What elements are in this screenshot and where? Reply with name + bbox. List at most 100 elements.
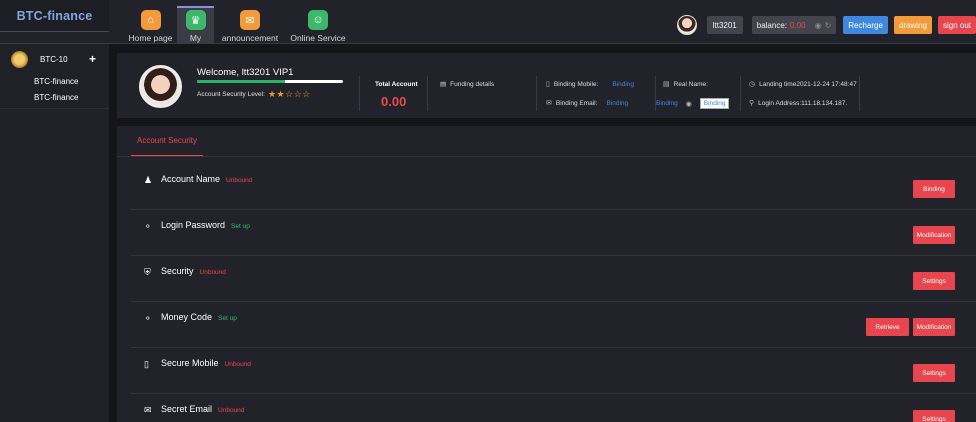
row-title: Secret Email Unbound xyxy=(161,404,244,414)
binding-mobile: ▯ Binding Mobile: Binding xyxy=(546,80,634,89)
drawing-button[interactable]: drawing xyxy=(893,16,932,34)
eye-icon[interactable]: ◉ xyxy=(815,21,822,30)
refresh-icon[interactable]: ↻ xyxy=(825,21,832,30)
clock-icon: ◷ xyxy=(749,81,756,88)
profile-avatar xyxy=(139,65,182,108)
security-row-account-name: ♟ Account Name Unbound Binding xyxy=(131,164,976,210)
row-name-label: Secret Email xyxy=(161,404,213,414)
settings-button[interactable]: Settings xyxy=(913,364,955,382)
main-nav: ⌂ Home page ♛ My ✉ announcement ☺ Online… xyxy=(122,6,354,44)
status-badge: Set up xyxy=(231,223,250,230)
shield-icon: ⛨ xyxy=(144,267,151,277)
divider xyxy=(427,76,428,111)
nav-home-label: Home page xyxy=(128,33,173,43)
status-badge: Set up xyxy=(218,315,237,322)
lock-icon: ⚬ xyxy=(144,313,152,323)
binding-mobile-link[interactable]: Binding xyxy=(612,81,634,88)
balance-value: 0.00 xyxy=(790,20,806,30)
top-avatar[interactable] xyxy=(676,15,697,35)
tab-account-security[interactable]: Account Security xyxy=(131,126,204,157)
binding-email-link[interactable]: Binding xyxy=(606,100,628,107)
funding-details-link[interactable]: ▤ Funding details xyxy=(440,80,494,89)
tab-divider xyxy=(117,156,976,157)
real-name-binding-link[interactable]: Binding xyxy=(656,100,678,107)
id-card-icon: ▤ xyxy=(663,81,670,88)
balance-label: balance: xyxy=(756,20,787,30)
sidebar-header[interactable]: BTC-10 + xyxy=(0,45,109,73)
settings-button[interactable]: Settings xyxy=(913,410,955,422)
status-badge: Unbound xyxy=(218,407,245,414)
binding-mobile-label: Binding Mobile: xyxy=(553,80,599,88)
security-row-security: ⛨ Security Unbound Settings xyxy=(131,256,976,302)
total-account-label: Total Account xyxy=(375,81,418,88)
nav-announcement[interactable]: ✉ announcement xyxy=(218,6,282,44)
modification-button[interactable]: Modification xyxy=(913,226,955,244)
crown-icon: ♛ xyxy=(185,10,206,30)
binding-email-label: Binding Email: xyxy=(555,99,598,107)
nav-announcement-label: announcement xyxy=(221,33,279,43)
row-title: Security Unbound xyxy=(161,266,226,276)
row-name-label: Security xyxy=(161,266,194,276)
welcome-text: Welcome, ltt3201 VIP1 xyxy=(197,67,294,78)
site-logo[interactable]: BTC-finance xyxy=(0,0,109,32)
landing-time-text: Landing time2021-12-24 17:48:47 xyxy=(759,80,857,88)
status-badge: Unbound xyxy=(226,177,253,184)
nav-online-service[interactable]: ☺ Online Service xyxy=(282,6,354,44)
row-name-label: Secure Mobile xyxy=(161,358,219,368)
sidebar-divider xyxy=(0,108,109,109)
security-row-secret-email: ✉ Secret Email Unbound Settings xyxy=(131,394,976,422)
retrieve-button[interactable]: Retrieve xyxy=(866,318,909,336)
account-security-panel: Account Security ♟ Account Name Unbound B… xyxy=(117,126,976,422)
phone-icon: ▯ xyxy=(546,81,550,88)
divider xyxy=(359,76,360,111)
status-badge: Unbound xyxy=(199,269,226,276)
nav-home[interactable]: ⌂ Home page xyxy=(122,6,179,44)
top-bar: BTC-finance ⌂ Home page ♛ My ✉ announcem… xyxy=(0,0,976,44)
nav-my[interactable]: ♛ My xyxy=(177,6,214,44)
username-badge[interactable]: ltt3201 xyxy=(706,16,743,34)
row-title: Money Code Set up xyxy=(161,312,237,322)
plus-icon[interactable]: + xyxy=(89,52,96,66)
binding-button[interactable]: Binding xyxy=(913,180,955,198)
star-rating-icon: ★★☆☆☆ xyxy=(267,89,311,99)
real-name: ▤ Real Name: xyxy=(663,80,708,89)
divider xyxy=(859,76,860,111)
status-badge: Unbound xyxy=(224,361,251,368)
home-icon: ⌂ xyxy=(140,10,161,30)
nav-my-label: My xyxy=(189,33,202,43)
security-level-label: Account Security Level: xyxy=(197,91,265,98)
support-icon: ☺ xyxy=(308,10,328,30)
nav-online-service-label: Online Service xyxy=(290,33,346,43)
row-title: Login Password Set up xyxy=(161,220,250,230)
modification-button[interactable]: Modification xyxy=(913,318,955,336)
coin-icon xyxy=(11,50,28,68)
row-name-label: Money Code xyxy=(161,312,213,322)
row-name-label: Account Name xyxy=(161,174,221,184)
qq-binding: Binding ◉ Binding xyxy=(656,98,730,109)
recharge-button[interactable]: Recharge xyxy=(843,16,888,34)
settings-button[interactable]: Settings xyxy=(913,272,955,290)
security-row-login-password: ⚬ Login Password Set up Modification xyxy=(131,210,976,256)
security-progress-fill xyxy=(197,80,285,83)
security-row-secure-mobile: ▯ Secure Mobile Unbound Settings xyxy=(131,348,976,394)
qq-binding-button[interactable]: Binding xyxy=(699,98,730,109)
row-name-label: Login Password xyxy=(161,220,226,230)
sidebar-item-btc-finance-2[interactable]: BTC-finance xyxy=(0,89,109,105)
divider xyxy=(536,76,537,111)
security-level: Account Security Level: ★★☆☆☆ xyxy=(197,89,311,100)
security-progress-bar xyxy=(197,80,343,83)
row-title: Secure Mobile Unbound xyxy=(161,358,251,368)
location-pin-icon: ⚲ xyxy=(749,100,755,107)
document-icon: ▤ xyxy=(440,81,447,88)
envelope-icon: ✉ xyxy=(546,100,552,107)
sign-out-button[interactable]: sign out xyxy=(937,16,976,34)
sidebar-item-btc-finance-1[interactable]: BTC-finance xyxy=(0,73,109,89)
user-icon: ♟ xyxy=(144,175,153,185)
row-title: Account Name Unbound xyxy=(161,174,252,184)
sidebar: BTC-10 + BTC-finance BTC-finance xyxy=(0,44,109,422)
real-name-label: Real Name: xyxy=(673,80,708,88)
phone-icon: ▯ xyxy=(144,359,149,369)
login-address-text: Login Address:111.18.134.187. xyxy=(758,99,848,107)
divider xyxy=(740,76,741,111)
balance-box: balance: 0.00 ◉ ↻ xyxy=(751,16,837,34)
